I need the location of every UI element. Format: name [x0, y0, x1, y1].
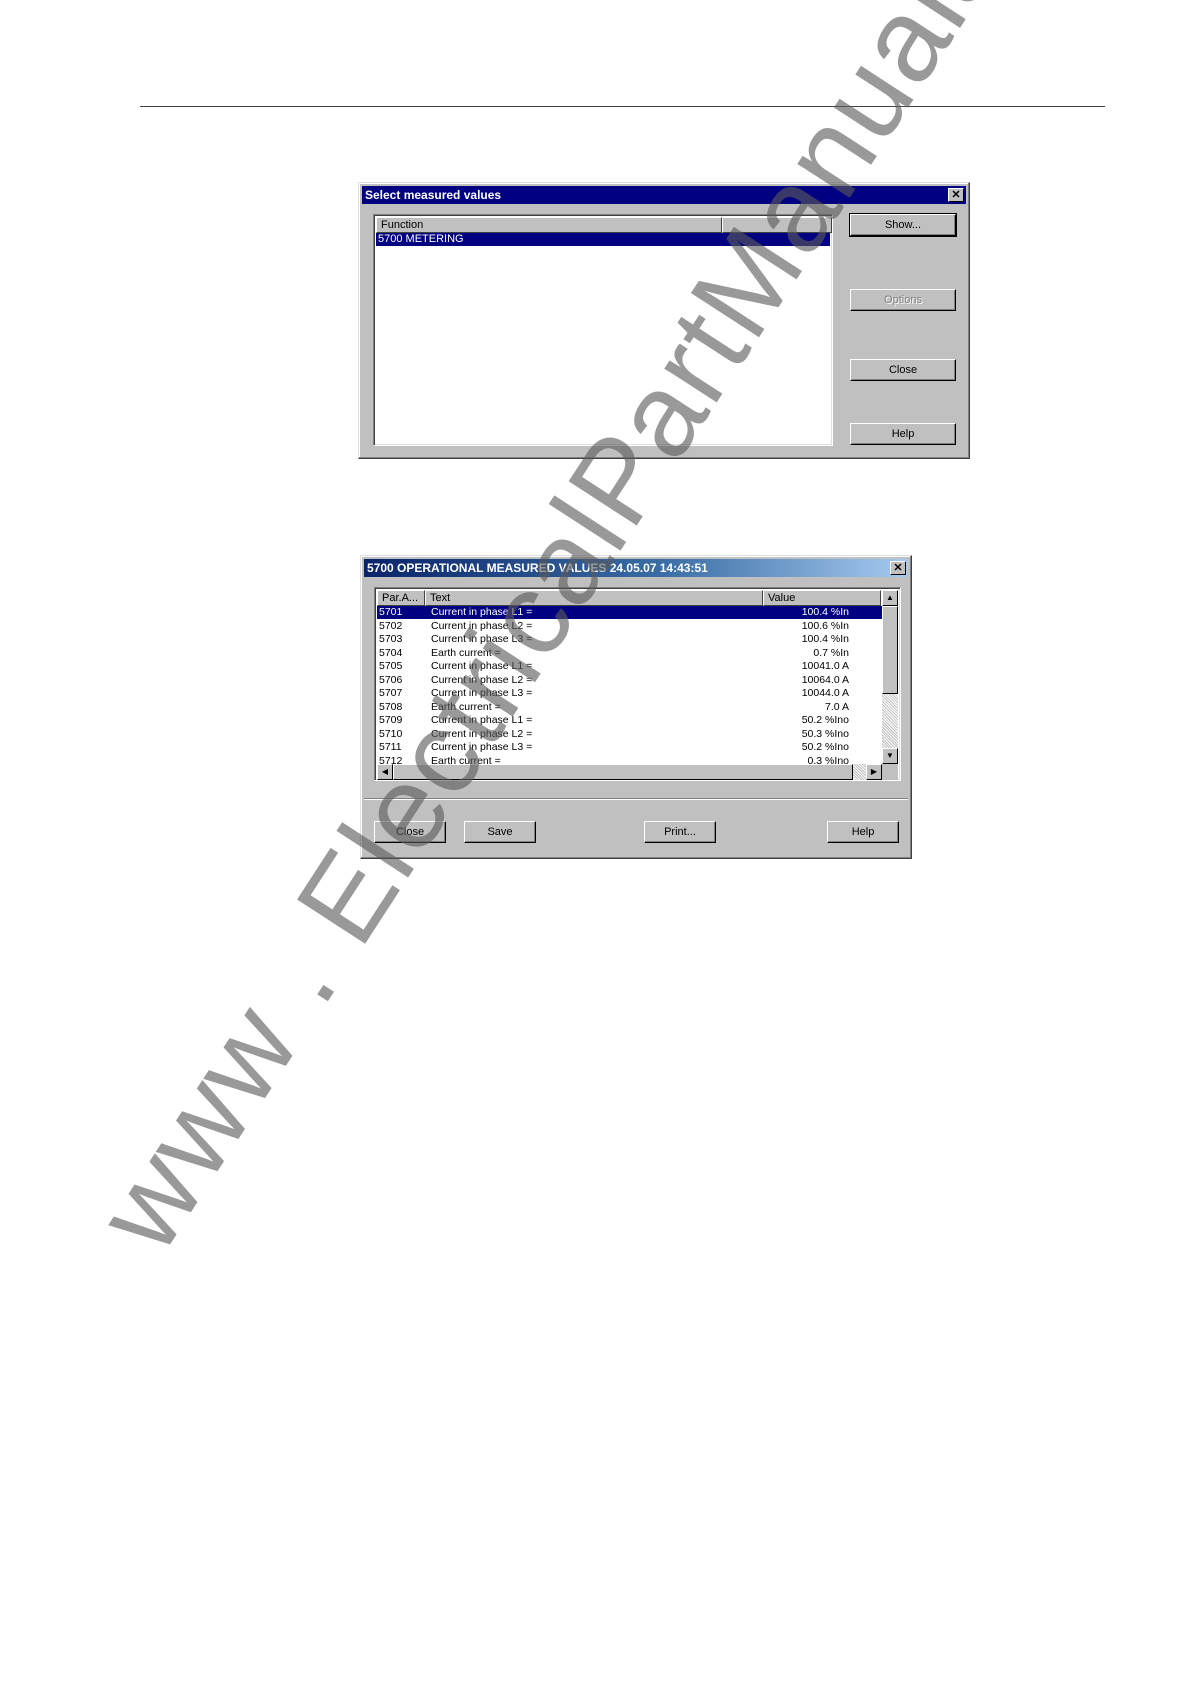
scrollbar-corner: [882, 764, 898, 780]
table-row[interactable]: 5701 Current in phase L1 = 100.4 %In: [377, 606, 882, 619]
cell-param: 5701: [379, 606, 403, 618]
column-header-value[interactable]: Value: [763, 590, 881, 606]
cell-value: 100.4 %In: [801, 633, 849, 645]
close-button[interactable]: Close: [374, 821, 446, 843]
dialog1-title: Select measured values: [365, 188, 502, 202]
cell-text: Current in phase L3 =: [431, 687, 533, 699]
horizontal-scrollbar[interactable]: ◀ ▶: [377, 764, 882, 780]
cell-value: 100.6 %In: [801, 619, 849, 632]
table-row[interactable]: 5703 Current in phase L3 = 100.4 %In: [377, 633, 882, 646]
table-row[interactable]: 5708 Earth current = 7.0 A: [377, 701, 882, 714]
cell-text: Current in phase L2 =: [431, 619, 533, 632]
table-row[interactable]: 5711 Current in phase L3 = 50.2 %Ino: [377, 741, 882, 754]
show-button[interactable]: Show...: [849, 213, 957, 237]
scroll-up-icon[interactable]: ▲: [882, 590, 898, 606]
cell-text: Current in phase L2 =: [431, 727, 533, 740]
close-button[interactable]: Close: [850, 359, 956, 381]
page-header-rule: [140, 106, 1105, 107]
cell-text: Current in phase L2 =: [431, 673, 533, 686]
cell-text: Current in phase L1 =: [431, 660, 533, 672]
function-list[interactable]: Function 5700 METERING: [373, 214, 833, 446]
list-item-label: 5700 METERING: [378, 233, 464, 245]
cell-param: 5703: [379, 633, 403, 645]
column-header-param[interactable]: Par.A...: [377, 590, 425, 606]
cell-param: 5711: [379, 741, 402, 753]
scroll-down-icon[interactable]: ▼: [882, 748, 898, 764]
cell-value: 50.2 %Ino: [801, 714, 849, 726]
cell-param: 5704: [379, 646, 403, 659]
cell-value: 100.4 %In: [801, 606, 849, 618]
cell-param: 5705: [379, 660, 403, 672]
list-item[interactable]: 5700 METERING: [376, 233, 830, 246]
close-icon[interactable]: ✕: [948, 188, 964, 202]
dialog2-titlebar[interactable]: 5700 OPERATIONAL MEASURED VALUES 24.05.0…: [364, 559, 908, 577]
column-header-text[interactable]: Text: [425, 590, 763, 606]
cell-value: 10044.0 A: [801, 687, 849, 699]
table-row[interactable]: 5704 Earth current = 0.7 %In: [377, 647, 882, 660]
cell-value: 10041.0 A: [801, 660, 849, 672]
cell-value: 50.2 %Ino: [801, 741, 849, 753]
cell-value: 0.7 %In: [813, 646, 849, 659]
table-row[interactable]: 5705 Current in phase L1 = 10041.0 A: [377, 660, 882, 673]
vertical-scrollbar[interactable]: ▲ ▼: [882, 590, 898, 764]
save-button[interactable]: Save: [464, 821, 536, 843]
cell-param: 5708: [379, 700, 403, 713]
cell-text: Earth current =: [431, 700, 501, 713]
horizontal-scroll-thumb[interactable]: [393, 764, 853, 780]
table-row[interactable]: 5706 Current in phase L2 = 10064.0 A: [377, 674, 882, 687]
print-button[interactable]: Print...: [644, 821, 716, 843]
dialog1-titlebar[interactable]: Select measured values ✕: [362, 186, 966, 204]
measured-values-table[interactable]: Par.A... Text Value 5701 Current in phase…: [374, 587, 901, 781]
table-row[interactable]: 5707 Current in phase L3 = 10044.0 A: [377, 687, 882, 700]
cell-value: 10064.0 A: [801, 673, 849, 686]
select-measured-values-dialog: Select measured values ✕ Function 5700 M…: [358, 182, 970, 459]
scroll-left-icon[interactable]: ◀: [377, 764, 393, 780]
vertical-scroll-thumb[interactable]: [882, 606, 898, 694]
column-header-2[interactable]: [722, 217, 832, 233]
scroll-right-icon[interactable]: ▶: [866, 764, 882, 780]
help-button[interactable]: Help: [850, 423, 956, 445]
cell-param: 5706: [379, 673, 403, 686]
cell-text: Current in phase L3 =: [431, 741, 533, 753]
cell-text: Current in phase L1 =: [431, 606, 533, 618]
help-button[interactable]: Help: [827, 821, 899, 843]
cell-param: 5709: [379, 714, 403, 726]
dialog2-title: 5700 OPERATIONAL MEASURED VALUES 24.05.0…: [367, 561, 708, 575]
options-button[interactable]: Options: [850, 289, 956, 311]
table-row[interactable]: 5702 Current in phase L2 = 100.6 %In: [377, 620, 882, 633]
table-row[interactable]: 5709 Current in phase L1 = 50.2 %Ino: [377, 714, 882, 727]
cell-value: 50.3 %Ino: [801, 727, 849, 740]
table-row[interactable]: 5710 Current in phase L2 = 50.3 %Ino: [377, 728, 882, 741]
column-header-function[interactable]: Function: [376, 217, 722, 233]
close-icon[interactable]: ✕: [890, 561, 906, 575]
cell-param: 5707: [379, 687, 403, 699]
dialog2-separator: [364, 798, 908, 800]
cell-text: Earth current =: [431, 646, 501, 659]
cell-value: 7.0 A: [825, 700, 849, 713]
cell-param: 5702: [379, 619, 403, 632]
cell-text: Current in phase L3 =: [431, 633, 533, 645]
operational-measured-values-dialog: 5700 OPERATIONAL MEASURED VALUES 24.05.0…: [360, 555, 912, 859]
cell-param: 5710: [379, 727, 403, 740]
cell-text: Current in phase L1 =: [431, 714, 533, 726]
